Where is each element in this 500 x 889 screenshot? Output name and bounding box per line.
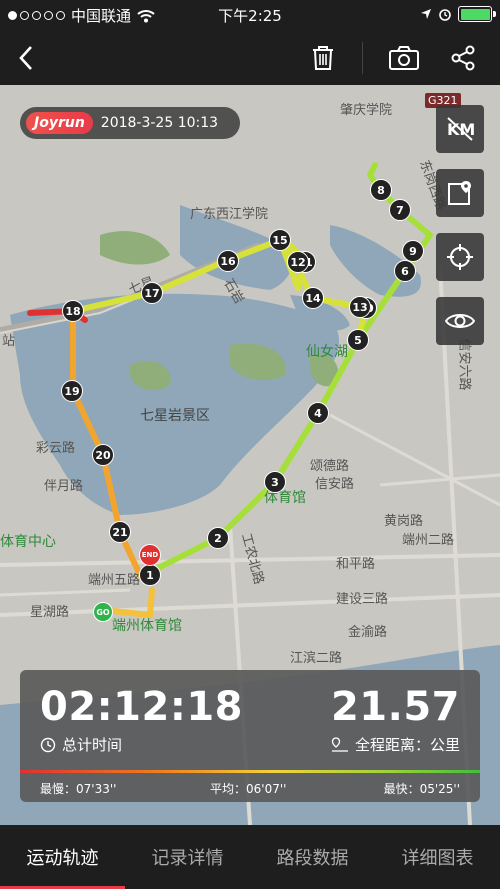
camera-icon bbox=[389, 46, 419, 70]
label-xiannv: 仙女湖 bbox=[306, 344, 348, 360]
label-xinghu: 星湖路 bbox=[30, 605, 70, 620]
average-pace: 平均：06'07'' bbox=[210, 782, 287, 796]
distance-icon bbox=[331, 736, 348, 752]
tab-detailed-charts[interactable]: 详细图表 bbox=[375, 825, 500, 889]
label-xinanliu: 信安六路 bbox=[456, 338, 472, 391]
km-marker-1[interactable]: 1 bbox=[139, 564, 161, 586]
label-duanzhouwu: 端州五路 bbox=[88, 573, 141, 588]
crosshair-icon bbox=[447, 244, 473, 270]
km-marker-19[interactable]: 19 bbox=[61, 380, 83, 402]
label-zhaoqing: 肇庆学院 bbox=[340, 103, 393, 118]
tab-segment-data[interactable]: 路段数据 bbox=[250, 825, 375, 889]
label-jiangbin: 江滨二路 bbox=[290, 651, 343, 666]
km-toggle-button[interactable]: KM bbox=[436, 105, 484, 153]
km-marker-18[interactable]: 18 bbox=[62, 300, 84, 322]
total-distance-label: 全程距离：公里 bbox=[354, 736, 460, 754]
km-marker-21[interactable]: 21 bbox=[109, 521, 131, 543]
run-stats-card: 02:12:18 21.57 总计时间 全程距离：公里 最慢：07'33'' 平… bbox=[20, 670, 480, 802]
alarm-icon bbox=[439, 9, 451, 21]
total-time-label-row: 总计时间 bbox=[40, 734, 122, 755]
slowest-pace: 最慢：07'33'' bbox=[40, 782, 117, 796]
km-marker-20[interactable]: 20 bbox=[92, 444, 114, 466]
map-pin-icon bbox=[448, 181, 471, 205]
pace-gradient-bar bbox=[20, 770, 480, 773]
camera-button[interactable] bbox=[384, 38, 424, 78]
location-arrow-icon bbox=[421, 9, 431, 19]
km-marker-14[interactable]: 14 bbox=[302, 287, 324, 309]
km-marker-16[interactable]: 16 bbox=[217, 250, 239, 272]
total-time-value: 02:12:18 bbox=[40, 684, 243, 730]
km-marker-7[interactable]: 7 bbox=[389, 199, 411, 221]
run-datetime: 2018-3-25 10:13 bbox=[100, 115, 219, 131]
clock-icon bbox=[40, 737, 56, 752]
locate-button[interactable] bbox=[436, 233, 484, 281]
total-time-label: 总计时间 bbox=[62, 736, 123, 754]
run-date-badge: Joyrun 2018-3-25 10:13 bbox=[20, 107, 240, 139]
nav-separator bbox=[362, 42, 363, 74]
km-marker-12[interactable]: 12 bbox=[287, 251, 309, 273]
label-heping: 和平路 bbox=[336, 557, 376, 572]
label-caiyun: 彩云路 bbox=[36, 441, 76, 456]
km-marker-3[interactable]: 3 bbox=[264, 471, 286, 493]
label-banyue: 伴月路 bbox=[44, 479, 84, 494]
tab-record-details[interactable]: 记录详情 bbox=[125, 825, 250, 889]
km-marker-9[interactable]: 9 bbox=[402, 240, 424, 262]
label-jinyu: 金渝路 bbox=[348, 625, 388, 640]
label-songcheng: 颂德路 bbox=[310, 459, 350, 474]
back-button[interactable] bbox=[6, 38, 46, 78]
label-jianshe: 建设三路 bbox=[336, 592, 389, 607]
tab-route[interactable]: 运动轨迹 bbox=[0, 825, 125, 889]
label-xijiang: 广东西江学院 bbox=[190, 207, 269, 222]
km-marker-8[interactable]: 8 bbox=[370, 179, 392, 201]
label-duanzhouer: 端州二路 bbox=[402, 533, 455, 548]
joyrun-logo: Joyrun bbox=[26, 112, 93, 134]
km-marker-4[interactable]: 4 bbox=[307, 402, 329, 424]
km-marker-5[interactable]: 5 bbox=[347, 329, 369, 351]
label-zhan: 站 bbox=[2, 334, 16, 349]
total-distance-label-row: 全程距离：公里 bbox=[331, 734, 460, 755]
eye-icon bbox=[445, 314, 475, 328]
km-marker-17[interactable]: 17 bbox=[141, 282, 163, 304]
km-marker-13[interactable]: 13 bbox=[349, 296, 371, 318]
trash-icon bbox=[313, 46, 333, 70]
label-qixingyan: 七星岩景区 bbox=[140, 408, 210, 424]
end-marker[interactable]: END bbox=[139, 544, 161, 566]
tab-bar: 运动轨迹 记录详情 路段数据 详细图表 bbox=[0, 825, 500, 889]
km-off-icon: KM bbox=[447, 117, 475, 141]
delete-button[interactable] bbox=[303, 38, 343, 78]
share-icon bbox=[451, 45, 475, 71]
map-pin-button[interactable] bbox=[436, 169, 484, 217]
fastest-pace: 最快：05'25'' bbox=[383, 782, 460, 796]
start-marker[interactable]: GO bbox=[93, 602, 113, 622]
label-huangang: 黄岗路 bbox=[384, 514, 424, 529]
chevron-left-icon bbox=[19, 46, 32, 70]
label-duanzhoutiyuguan: 端州体育馆 bbox=[112, 618, 182, 634]
visibility-button[interactable] bbox=[436, 297, 484, 345]
status-right bbox=[420, 6, 496, 22]
km-marker-15[interactable]: 15 bbox=[269, 229, 291, 251]
total-distance-value: 21.57 bbox=[330, 684, 460, 730]
battery-icon bbox=[458, 6, 496, 22]
nav-bar bbox=[0, 30, 500, 85]
status-bar: 中国联通 下午2:25 bbox=[0, 0, 500, 30]
label-xinan: 信安路 bbox=[315, 477, 355, 492]
km-marker-2[interactable]: 2 bbox=[207, 527, 229, 549]
label-tiyuzhongxin: 体育中心 bbox=[0, 534, 56, 550]
share-button[interactable] bbox=[443, 38, 483, 78]
km-marker-6[interactable]: 6 bbox=[394, 260, 416, 282]
